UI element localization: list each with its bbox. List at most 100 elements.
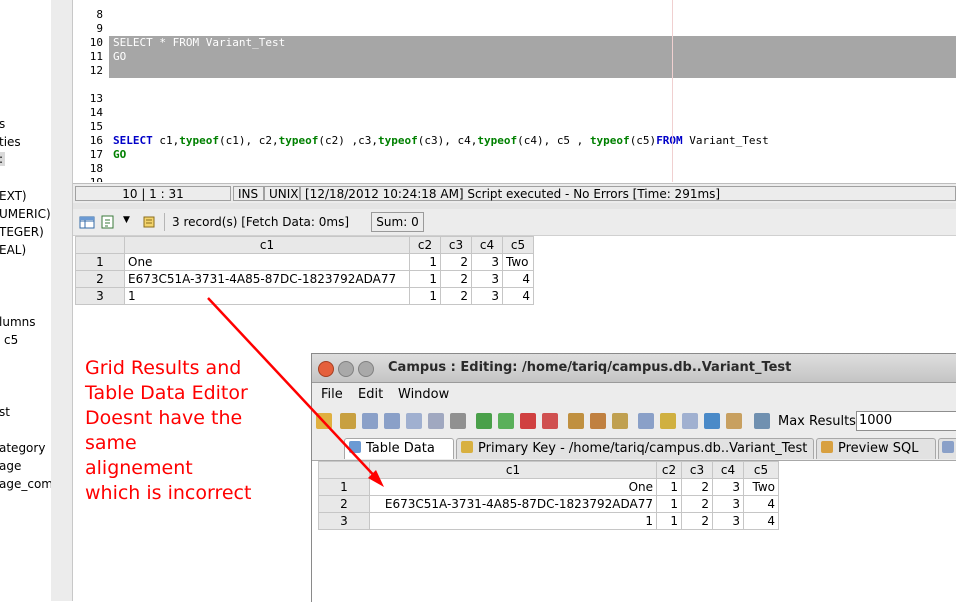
filter-icon[interactable] — [362, 413, 378, 429]
commit-icon[interactable] — [568, 413, 584, 429]
sidebar-item[interactable]: EXT) — [0, 189, 27, 203]
tab-preview-sql[interactable]: Preview SQL — [816, 438, 936, 459]
grid-cell[interactable]: One — [369, 478, 657, 496]
maximize-icon[interactable] — [358, 361, 374, 377]
grid-cell[interactable]: 1 — [124, 287, 410, 305]
grid-cell[interactable]: 1 — [369, 512, 657, 530]
sidebar-item[interactable]: age_com — [0, 477, 51, 491]
sidebar-splitter[interactable] — [51, 0, 73, 601]
copy-icon[interactable] — [406, 413, 422, 429]
search-icon[interactable] — [660, 413, 676, 429]
column-header[interactable]: c2 — [409, 236, 441, 254]
table-data-grid[interactable]: c1 c2 c3 c4 c5 1 One 1 2 3 Two 2 E673C51… — [318, 461, 779, 530]
column-header[interactable]: c3 — [440, 236, 472, 254]
grid-icon[interactable] — [638, 413, 654, 429]
grid-cell[interactable]: 1 — [656, 478, 682, 496]
grid-cell[interactable]: 1 — [409, 270, 441, 288]
chevron-down-icon[interactable]: ▼ — [123, 215, 130, 225]
add-row-icon[interactable] — [476, 413, 492, 429]
minimize-icon[interactable] — [338, 361, 354, 377]
tab-table-data[interactable]: Table Data — [344, 438, 454, 459]
grid-cell[interactable]: 3 — [471, 287, 503, 305]
sidebar-item[interactable]: TEGER) — [0, 225, 44, 239]
grid-cell[interactable]: E673C51A-3731-4A85-87DC-1823792ADA77 — [124, 270, 410, 288]
grid-cell[interactable]: 1 — [656, 512, 682, 530]
export-icon[interactable] — [100, 214, 116, 230]
table-row[interactable]: 3 1 1 2 3 4 — [75, 287, 534, 305]
table-row[interactable]: 1 One 1 2 3 Two — [318, 478, 779, 496]
grid-cell[interactable]: 3 — [712, 495, 744, 513]
settings-icon[interactable] — [682, 413, 698, 429]
export-icon[interactable] — [754, 413, 770, 429]
grid-cell[interactable]: 2 — [440, 287, 472, 305]
reload-icon[interactable] — [340, 413, 356, 429]
filter-icon[interactable] — [141, 214, 157, 230]
results-grid[interactable]: c1 c2 c3 c4 c5 1 One 1 2 3 Two 2 E673C51… — [75, 236, 534, 305]
sidebar-item[interactable]: lumns — [0, 315, 36, 329]
table-row[interactable]: 3 1 1 2 3 4 — [318, 512, 779, 530]
grid-cell[interactable]: 1 — [409, 287, 441, 305]
sidebar-item[interactable]: ties — [0, 135, 21, 149]
grid-cell[interactable]: 3 — [471, 253, 503, 271]
tab-more[interactable] — [938, 438, 956, 459]
grid-cell[interactable]: 2 — [681, 478, 713, 496]
grid-cell[interactable]: 1 — [409, 253, 441, 271]
grid-cell[interactable]: 3 — [712, 478, 744, 496]
column-header[interactable]: c4 — [712, 461, 744, 479]
grid-cell[interactable]: 3 — [712, 512, 744, 530]
sidebar-item-selected[interactable]: : — [0, 152, 5, 166]
max-results-input[interactable]: 1000 — [856, 411, 956, 431]
grid-cell[interactable]: E673C51A-3731-4A85-87DC-1823792ADA77 — [369, 495, 657, 513]
sidebar-item[interactable]: UMERIC) — [0, 207, 51, 221]
column-header[interactable]: c3 — [681, 461, 713, 479]
column-header[interactable]: c4 — [471, 236, 503, 254]
menu-edit[interactable]: Edit — [358, 387, 383, 402]
grid-cell[interactable]: Two — [502, 253, 534, 271]
grid-cell[interactable]: 4 — [743, 512, 779, 530]
sidebar-item[interactable]: age — [0, 459, 21, 473]
delete-icon[interactable] — [542, 413, 558, 429]
grid-cell[interactable]: 4 — [743, 495, 779, 513]
info-icon[interactable] — [704, 413, 720, 429]
sidebar-item[interactable]: st — [0, 405, 10, 419]
grid-view-icon[interactable] — [79, 214, 95, 230]
delete-row-icon[interactable] — [520, 413, 536, 429]
grid-cell[interactable]: 2 — [681, 512, 713, 530]
table-row[interactable]: 2 E673C51A-3731-4A85-87DC-1823792ADA77 1… — [318, 495, 779, 513]
grid-cell[interactable]: 3 — [471, 270, 503, 288]
grid-cell[interactable]: 4 — [502, 270, 534, 288]
tab-primary-key[interactable]: Primary Key - /home/tariq/campus.db..Var… — [456, 438, 814, 459]
sql-editor[interactable]: 8 9 10 11 12 13 14 15 16 17 18 19 SELECT… — [73, 0, 956, 182]
sort-icon[interactable] — [384, 413, 400, 429]
rollback-icon[interactable] — [590, 413, 606, 429]
paste-icon[interactable] — [428, 413, 444, 429]
column-header[interactable]: c5 — [502, 236, 534, 254]
menu-window[interactable]: Window — [398, 387, 449, 402]
table-row[interactable]: 1 One 1 2 3 Two — [75, 253, 534, 271]
menu-file[interactable]: File — [321, 387, 343, 402]
edit-icon[interactable] — [612, 413, 628, 429]
sidebar-item[interactable]: ategory — [0, 441, 45, 455]
insert-row-icon[interactable] — [498, 413, 514, 429]
grid-cell[interactable]: 2 — [440, 270, 472, 288]
close-icon[interactable] — [318, 361, 334, 377]
column-header[interactable]: c5 — [743, 461, 779, 479]
window-titlebar[interactable]: Campus : Editing: /home/tariq/campus.db.… — [312, 354, 956, 383]
column-header[interactable]: c2 — [656, 461, 682, 479]
sidebar-item[interactable]: s — [0, 117, 5, 131]
layout-icon[interactable] — [726, 413, 742, 429]
grid-cell[interactable]: 2 — [681, 495, 713, 513]
column-header[interactable]: c1 — [369, 461, 657, 479]
sidebar-item[interactable]: c5 — [4, 333, 18, 347]
grid-cell[interactable]: Two — [743, 478, 779, 496]
grid-cell[interactable]: One — [124, 253, 410, 271]
grid-cell[interactable]: 4 — [502, 287, 534, 305]
sidebar-item[interactable]: EAL) — [0, 243, 26, 257]
table-row[interactable]: 2 E673C51A-3731-4A85-87DC-1823792ADA77 1… — [75, 270, 534, 288]
column-header[interactable]: c1 — [124, 236, 410, 254]
stop-icon[interactable] — [450, 413, 466, 429]
grid-cell[interactable]: 2 — [440, 253, 472, 271]
code-area[interactable]: SELECT * FROM Variant_Test GO SELECT c1,… — [109, 0, 956, 182]
grid-cell[interactable]: 1 — [656, 495, 682, 513]
refresh-icon[interactable] — [316, 413, 332, 429]
